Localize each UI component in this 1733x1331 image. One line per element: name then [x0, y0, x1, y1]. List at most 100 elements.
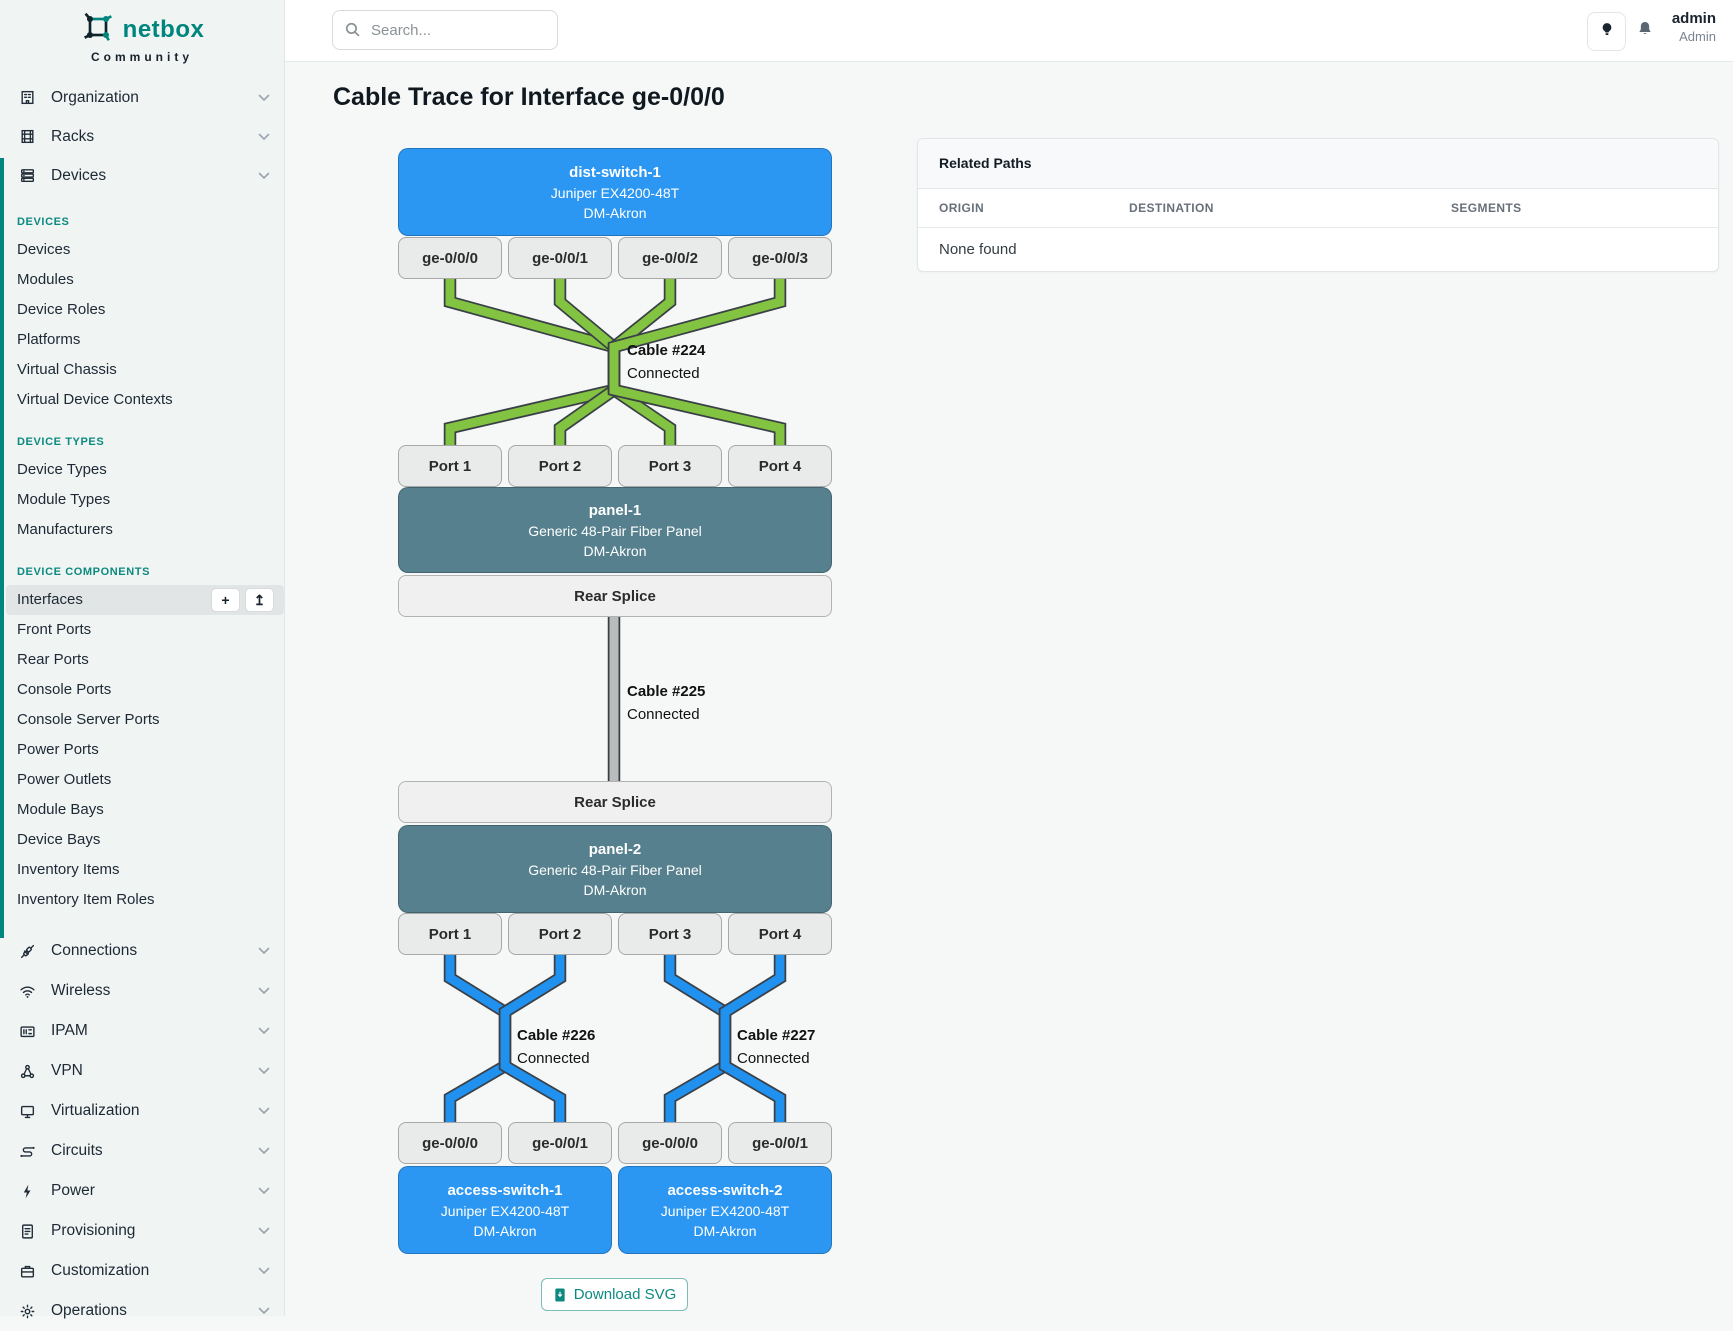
front-port-box[interactable]: Port 2 [508, 445, 612, 487]
user-role: Admin [1672, 29, 1716, 45]
sidebar-item-power-ports[interactable]: Power Ports [0, 735, 284, 765]
download-svg-label: Download SVG [574, 1286, 677, 1303]
sidebar-item-console-server-ports[interactable]: Console Server Ports [0, 705, 284, 735]
sidebar-section-header: DEVICE COMPONENTS [0, 559, 284, 585]
front-port-box[interactable]: Port 4 [728, 913, 832, 955]
netbox-logo-icon [80, 11, 116, 48]
sidebar-item-console-ports[interactable]: Console Ports [0, 675, 284, 705]
monitor-icon [19, 1103, 38, 1120]
theme-toggle-button[interactable] [1587, 12, 1626, 51]
sidebar-item-power-outlets[interactable]: Power Outlets [0, 765, 284, 795]
sidebar-item-circuits[interactable]: Circuits [0, 1131, 284, 1171]
cable-path [670, 955, 725, 1122]
cable-label-227[interactable]: Cable #227 Connected [737, 1025, 815, 1070]
sidebar-item-module-types[interactable]: Module Types [0, 485, 284, 515]
building-icon [19, 89, 38, 106]
device-name: dist-switch-1 [399, 164, 831, 181]
interface-box[interactable]: ge-0/0/0 [398, 1122, 502, 1164]
sidebar-item-device-types[interactable]: Device Types [0, 455, 284, 485]
front-port-box[interactable]: Port 3 [618, 445, 722, 487]
sidebar-item-device-roles[interactable]: Device Roles [0, 295, 284, 325]
add-button[interactable]: + [211, 588, 240, 612]
rear-port-label: Rear Splice [574, 588, 656, 605]
page-title: Cable Trace for Interface ge-0/0/0 [333, 83, 725, 112]
logo[interactable]: netbox Community [0, 0, 284, 64]
chevron-down-icon [258, 1307, 270, 1315]
trace-node-access-switch-1[interactable]: access-switch-1 Juniper EX4200-48T DM-Ak… [398, 1166, 612, 1254]
sidebar-item-inventory-items[interactable]: Inventory Items [0, 855, 284, 885]
interface-box[interactable]: ge-0/0/1 [508, 1122, 612, 1164]
user-menu[interactable]: admin Admin [1672, 10, 1716, 45]
device-site: DM-Akron [399, 205, 831, 221]
interface-box[interactable]: ge-0/0/0 [398, 237, 502, 279]
trace-node-panel-1[interactable]: panel-1 Generic 48-Pair Fiber Panel DM-A… [398, 487, 832, 573]
sidebar-item-organization[interactable]: Organization [0, 78, 284, 117]
front-port-box[interactable]: Port 1 [398, 445, 502, 487]
sidebar-item-vpn[interactable]: VPN [0, 1051, 284, 1091]
trace-node-dist-switch-1[interactable]: dist-switch-1 Juniper EX4200-48T DM-Akro… [398, 148, 832, 236]
sidebar-item-module-bays[interactable]: Module Bays [0, 795, 284, 825]
trace-node-panel-2[interactable]: panel-2 Generic 48-Pair Fiber Panel DM-A… [398, 825, 832, 913]
rear-port-panel2[interactable]: Rear Splice [398, 781, 832, 823]
document-icon [19, 1223, 38, 1240]
sidebar-item-rear-ports[interactable]: Rear Ports [0, 645, 284, 675]
interface-box[interactable]: ge-0/0/0 [618, 1122, 722, 1164]
network-nodes-icon [19, 1063, 38, 1080]
brand-subtitle: Community [0, 50, 284, 64]
front-port-box[interactable]: Port 2 [508, 913, 612, 955]
sidebar-item-modules[interactable]: Modules [0, 265, 284, 295]
sidebar-item-front-ports[interactable]: Front Ports [0, 615, 284, 645]
search-box [332, 10, 558, 50]
sidebar-item-label: Rear Ports [17, 651, 89, 668]
front-port-box[interactable]: Port 1 [398, 913, 502, 955]
sidebar-item-label: Virtual Device Contexts [17, 391, 173, 408]
sidebar-item-platforms[interactable]: Platforms [0, 325, 284, 355]
cable-label-226[interactable]: Cable #226 Connected [517, 1025, 595, 1070]
sidebar-item-label: Operations [51, 1302, 127, 1320]
sidebar-item-connections[interactable]: Connections [0, 931, 284, 971]
top-header-bar: admin Admin [285, 0, 1733, 62]
search-icon [344, 21, 361, 43]
sidebar-item-devices[interactable]: Devices [0, 156, 284, 195]
sidebar-item-customization[interactable]: Customization [0, 1251, 284, 1291]
sidebar-item-label: Console Server Ports [17, 711, 160, 728]
cable-label-224[interactable]: Cable #224 Connected [627, 340, 705, 385]
sidebar-item-device-bays[interactable]: Device Bays [0, 825, 284, 855]
sidebar-item-virtual-device-contexts[interactable]: Virtual Device Contexts [0, 385, 284, 415]
trace-node-access-switch-2[interactable]: access-switch-2 Juniper EX4200-48T DM-Ak… [618, 1166, 832, 1254]
interface-box[interactable]: ge-0/0/1 [508, 237, 612, 279]
plus-icon: + [221, 592, 229, 608]
notifications-button[interactable] [1633, 18, 1657, 44]
sidebar-item-provisioning[interactable]: Provisioning [0, 1211, 284, 1251]
sidebar-item-inventory-item-roles[interactable]: Inventory Item Roles [0, 885, 284, 915]
interface-box[interactable]: ge-0/0/1 [728, 1122, 832, 1164]
sidebar-item-label: Power Outlets [17, 771, 111, 788]
panel-name: panel-2 [399, 841, 831, 858]
download-svg-button[interactable]: Download SVG [541, 1278, 688, 1311]
sidebar-item-interfaces[interactable]: Interfaces+↥ [6, 585, 284, 615]
sidebar-item-manufacturers[interactable]: Manufacturers [0, 515, 284, 545]
sidebar-item-racks[interactable]: Racks [0, 117, 284, 156]
front-port-box[interactable]: Port 3 [618, 913, 722, 955]
cable-label-225[interactable]: Cable #225 Connected [627, 681, 705, 726]
sidebar-item-devices[interactable]: Devices [0, 235, 284, 265]
rear-port-panel1[interactable]: Rear Splice [398, 575, 832, 617]
sidebar-item-label: Devices [51, 167, 106, 185]
sidebar-item-operations[interactable]: Operations [0, 1291, 284, 1331]
sidebar-item-power[interactable]: Power [0, 1171, 284, 1211]
device-name: access-switch-1 [399, 1182, 611, 1199]
sidebar-item-virtualization[interactable]: Virtualization [0, 1091, 284, 1131]
interface-box[interactable]: ge-0/0/2 [618, 237, 722, 279]
sidebar-item-wireless[interactable]: Wireless [0, 971, 284, 1011]
related-paths-empty-row: None found [918, 228, 1718, 271]
import-button[interactable]: ↥ [245, 588, 274, 612]
sidebar-item-ipam[interactable]: IPAM [0, 1011, 284, 1051]
cable-id: Cable #224 [627, 340, 705, 363]
device-site: DM-Akron [619, 1223, 831, 1239]
sidebar-item-virtual-chassis[interactable]: Virtual Chassis [0, 355, 284, 385]
search-input[interactable] [332, 10, 558, 50]
front-port-box[interactable]: Port 4 [728, 445, 832, 487]
device-name: access-switch-2 [619, 1182, 831, 1199]
interface-box[interactable]: ge-0/0/3 [728, 237, 832, 279]
sidebar-nav-bottom: ConnectionsWirelessIPAMVPNVirtualization… [0, 931, 284, 1331]
